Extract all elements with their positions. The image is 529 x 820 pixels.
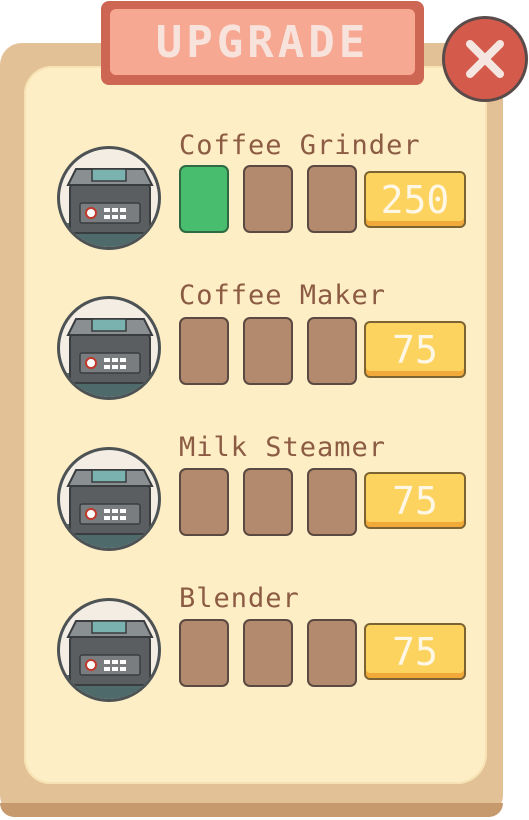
level-slot-3	[307, 165, 357, 233]
close-x-icon	[466, 40, 504, 78]
item-name: Blender	[179, 583, 300, 614]
level-slot-3	[307, 317, 357, 385]
upgrade-row-coffee-maker: Coffee Maker 75	[0, 276, 529, 416]
price-label: 75	[392, 478, 438, 523]
level-slot-2	[243, 619, 293, 687]
level-slot-2	[243, 165, 293, 233]
buy-upgrade-button[interactable]: 75	[364, 321, 466, 378]
level-slot-2	[243, 317, 293, 385]
buy-upgrade-button[interactable]: 75	[364, 623, 466, 680]
buy-upgrade-button[interactable]: 250	[364, 171, 466, 228]
title-banner: UPGRADE	[101, 1, 424, 85]
blender-machine-icon	[57, 598, 161, 702]
level-slot-1	[179, 317, 229, 385]
item-name: Coffee Maker	[179, 280, 387, 311]
close-button[interactable]	[442, 16, 528, 102]
item-name: Coffee Grinder	[179, 130, 421, 161]
coffee-maker-machine-icon	[57, 296, 161, 400]
milk-steamer-machine-icon	[57, 447, 161, 551]
price-label: 75	[392, 629, 438, 674]
item-name: Milk Steamer	[179, 432, 387, 463]
level-slot-1	[179, 619, 229, 687]
upgrade-row-coffee-grinder: Coffee Grinder 250	[0, 126, 529, 266]
level-slot-3	[307, 468, 357, 536]
title-banner-inner: UPGRADE	[110, 9, 415, 75]
panel-title: UPGRADE	[155, 16, 370, 68]
level-slot-1	[179, 165, 229, 233]
price-label: 75	[392, 327, 438, 372]
coffee-grinder-machine-icon	[57, 146, 161, 250]
level-slot-1	[179, 468, 229, 536]
buy-upgrade-button[interactable]: 75	[364, 472, 466, 529]
level-slot-2	[243, 468, 293, 536]
level-slot-3	[307, 619, 357, 687]
upgrade-row-blender: Blender 75	[0, 578, 529, 718]
upgrade-row-milk-steamer: Milk Steamer 75	[0, 427, 529, 567]
price-label: 250	[380, 177, 450, 222]
